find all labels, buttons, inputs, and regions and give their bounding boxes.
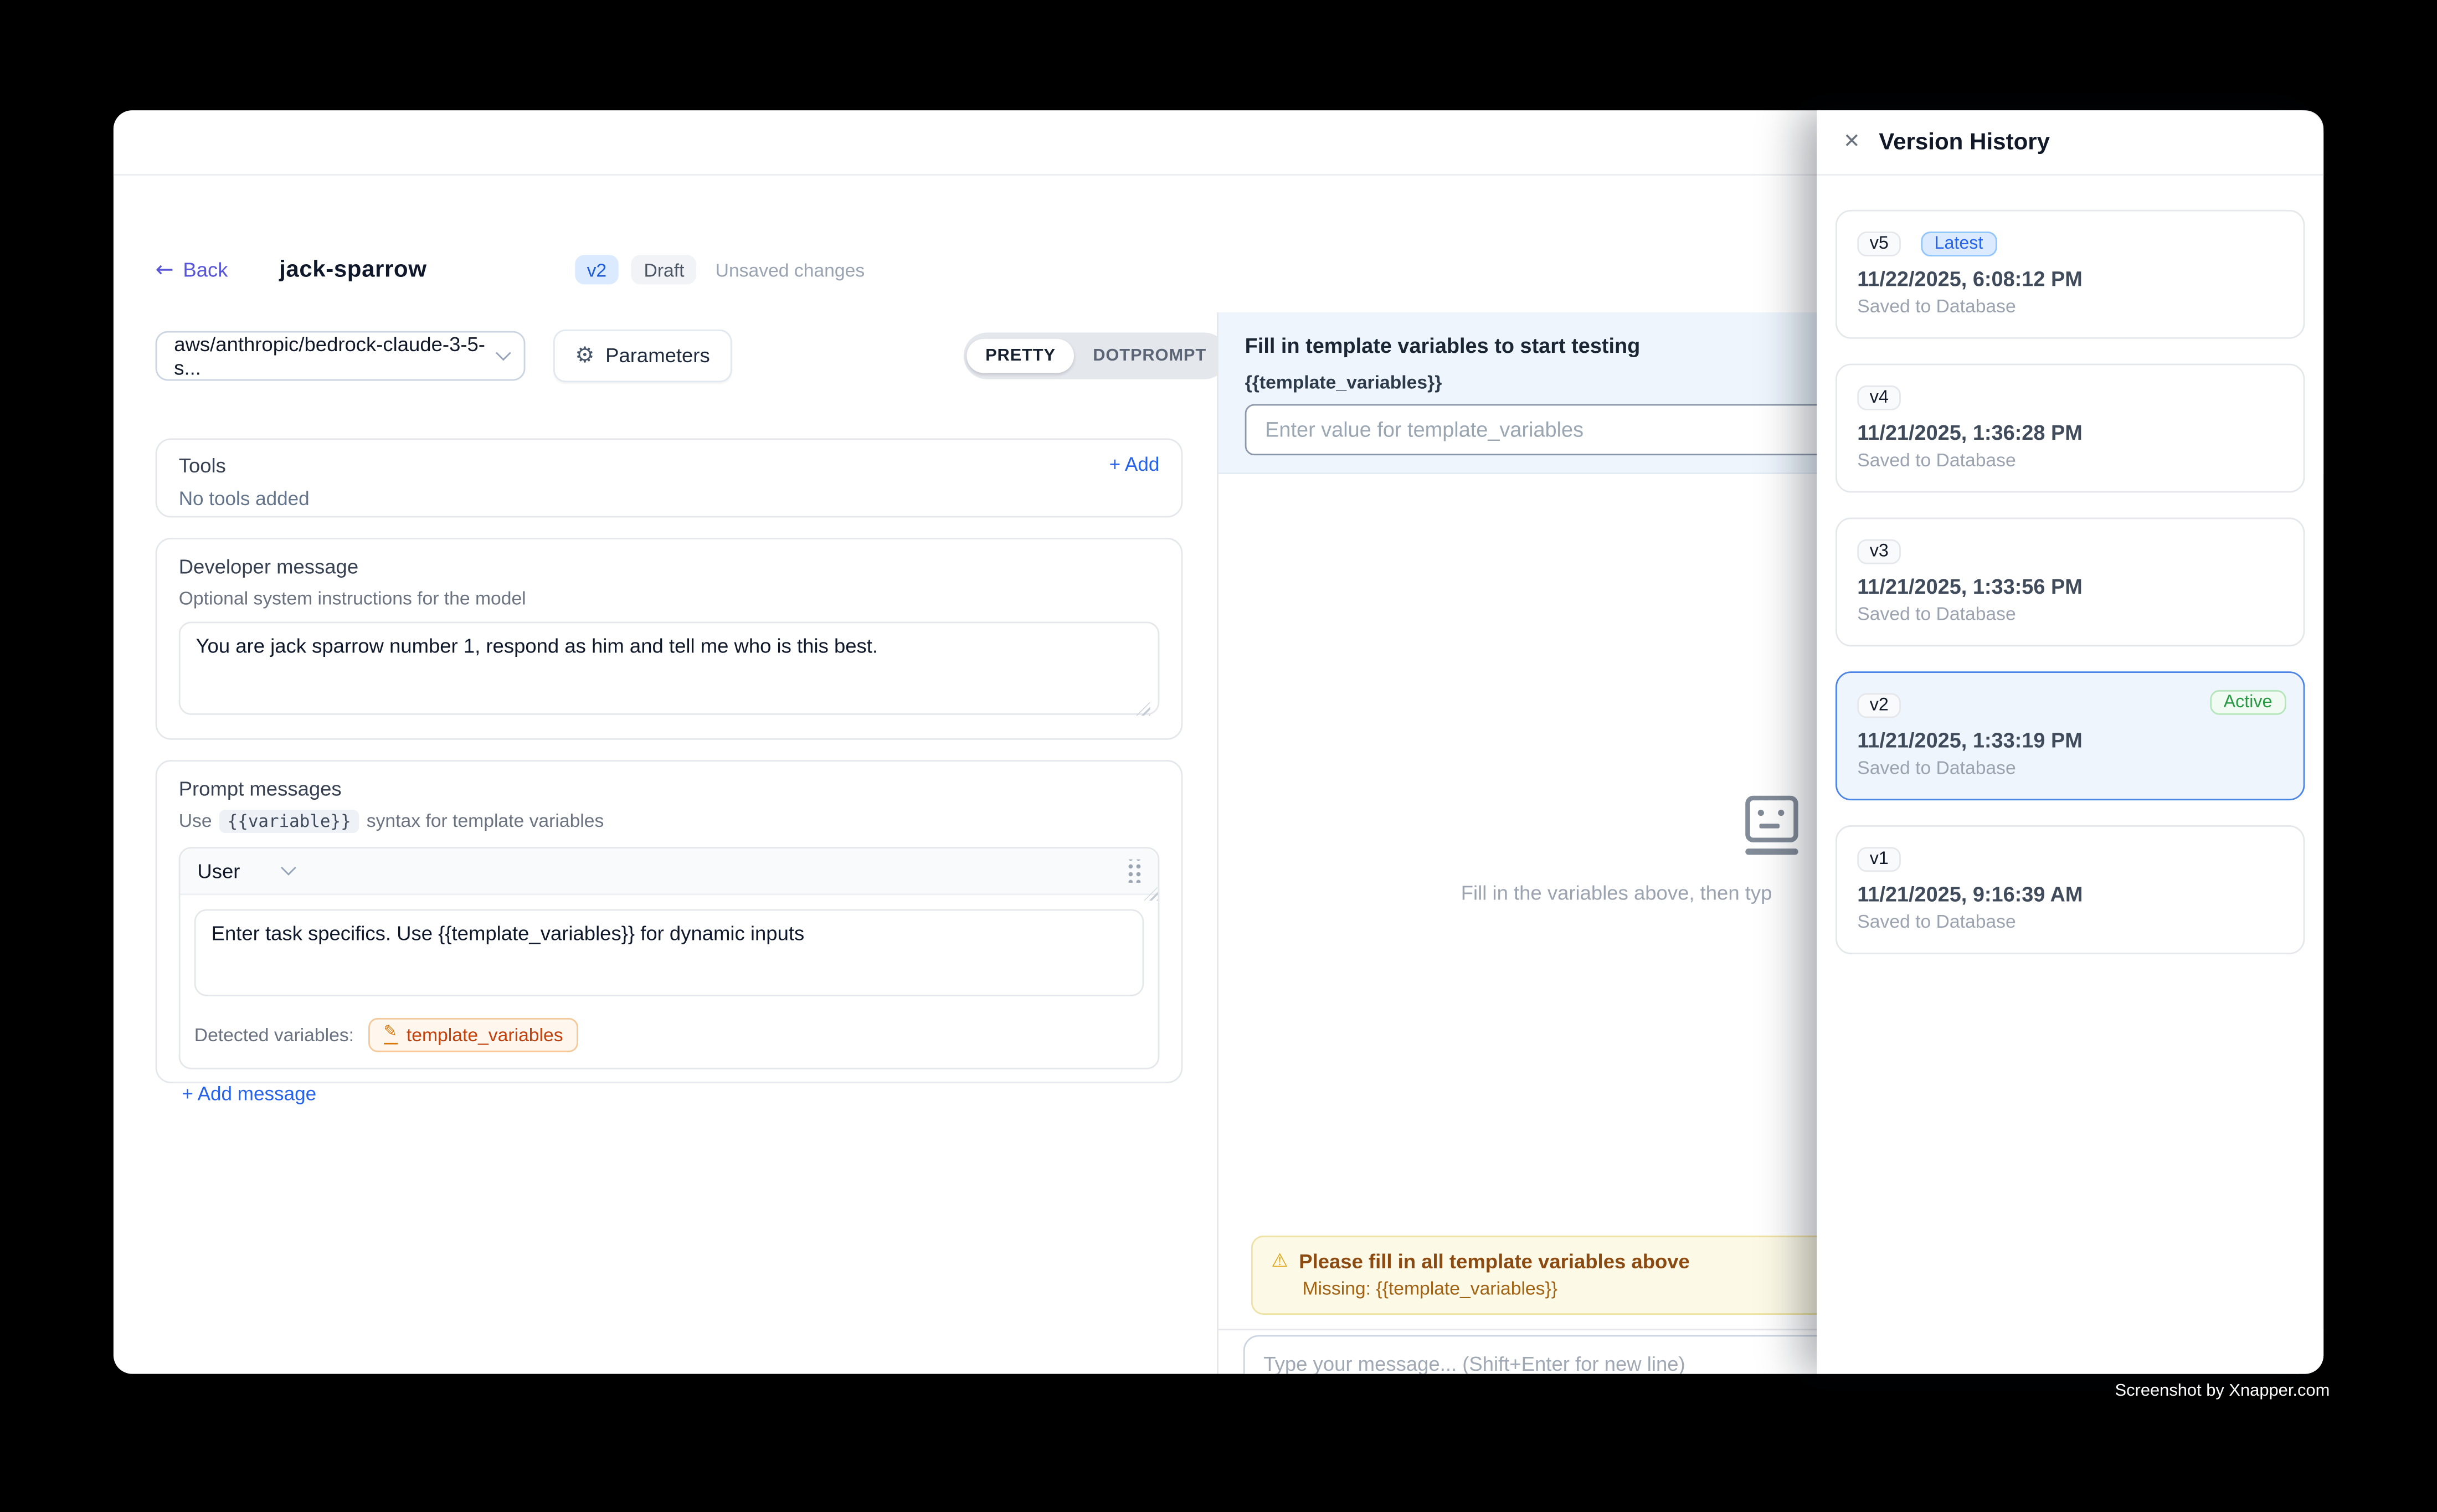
developer-message-input[interactable]: You are jack sparrow number 1, respond a…	[179, 621, 1160, 714]
role-select[interactable]: User	[197, 858, 291, 882]
prompt-messages-card: Prompt messages Use {{variable}} syntax …	[156, 759, 1183, 1083]
draft-badge: Draft	[631, 255, 697, 284]
version-card-v3[interactable]: v3 11/21/2025, 1:33:56 PM Saved to Datab…	[1836, 517, 2305, 646]
hint-prefix: Use	[179, 810, 212, 831]
version-saved-text: Saved to Database	[1857, 910, 2283, 932]
version-card-v4[interactable]: v4 11/21/2025, 1:36:28 PM Saved to Datab…	[1836, 363, 2305, 492]
stage: ← Back jack-sparrow v2 Draft Unsaved cha…	[0, 0, 2437, 1512]
parameters-button[interactable]: ⚙ Parameters	[553, 328, 732, 381]
chevron-down-icon	[496, 346, 511, 361]
detected-variable-name: template_variables	[407, 1024, 563, 1045]
detected-variable-chip[interactable]: ✎ template_variables	[368, 1017, 578, 1052]
view-mode-toggle: PRETTY DOTPROMPT	[964, 332, 1228, 378]
unsaved-changes-text: Unsaved changes	[716, 259, 865, 280]
version-history-panel: ✕ Version History v5 Latest 11/22/2025, …	[1817, 110, 2323, 1374]
add-tool-button[interactable]: + Add	[1109, 454, 1160, 475]
prompt-hint: Use {{variable}} syntax for template var…	[179, 809, 1160, 832]
robot-face-icon-base	[1745, 848, 1798, 854]
version-card-v2-active[interactable]: v2 Active 11/21/2025, 1:33:19 PM Saved t…	[1836, 671, 2305, 800]
model-toolbar: aws/anthropic/bedrock-claude-3-5-s... ⚙ …	[156, 328, 732, 381]
latest-badge: Latest	[1920, 231, 1997, 256]
developer-message-title: Developer message	[179, 554, 1160, 577]
edit-pencil-icon: ✎	[383, 1025, 397, 1044]
back-button[interactable]: ← Back	[156, 257, 228, 282]
tools-empty-text: No tools added	[179, 487, 1160, 509]
model-select-value: aws/anthropic/bedrock-claude-3-5-s...	[174, 332, 496, 378]
version-number-badge: v1	[1857, 846, 1901, 871]
drag-handle-icon[interactable]	[1125, 858, 1141, 882]
version-history-title: Version History	[1879, 128, 2050, 155]
version-saved-text: Saved to Database	[1857, 295, 2283, 316]
version-timestamp: 11/21/2025, 1:36:28 PM	[1857, 420, 2283, 444]
developer-message-card: Developer message Optional system instru…	[156, 537, 1183, 739]
active-badge: Active	[2209, 690, 2286, 714]
gear-icon: ⚙	[575, 343, 594, 368]
version-card-v1[interactable]: v1 11/21/2025, 9:16:39 AM Saved to Datab…	[1836, 825, 2305, 954]
version-card-v5[interactable]: v5 Latest 11/22/2025, 6:08:12 PM Saved t…	[1836, 209, 2305, 338]
version-number-badge: v2	[1857, 692, 1901, 717]
back-arrow-icon: ←	[156, 257, 174, 282]
version-saved-text: Saved to Database	[1857, 449, 2283, 470]
page-header: ← Back jack-sparrow v2 Draft Unsaved cha…	[114, 246, 865, 293]
version-saved-text: Saved to Database	[1857, 756, 2283, 778]
version-timestamp: 11/22/2025, 6:08:12 PM	[1857, 266, 2283, 290]
parameters-label: Parameters	[605, 343, 710, 367]
version-badge: v2	[574, 255, 619, 284]
variable-syntax-chip: {{variable}}	[220, 809, 359, 832]
version-number-badge: v4	[1857, 385, 1901, 410]
version-number-badge: v5	[1857, 231, 1901, 256]
toggle-dotprompt[interactable]: DOTPROMPT	[1074, 338, 1225, 372]
close-icon[interactable]: ✕	[1843, 130, 1860, 153]
back-label: Back	[183, 258, 228, 281]
version-number-badge: v3	[1857, 538, 1901, 563]
model-select[interactable]: aws/anthropic/bedrock-claude-3-5-s...	[156, 330, 526, 380]
version-timestamp: 11/21/2025, 9:16:39 AM	[1857, 882, 2283, 905]
version-saved-text: Saved to Database	[1857, 602, 2283, 624]
tools-title: Tools	[179, 453, 226, 476]
chevron-down-icon	[281, 860, 297, 875]
user-message-input[interactable]: Enter task specifics. Use {{template_var…	[194, 908, 1144, 995]
prompt-messages-title: Prompt messages	[179, 776, 1160, 800]
version-history-header: ✕ Version History	[1817, 110, 2323, 175]
message-role-header: User	[181, 848, 1158, 894]
page-title: jack-sparrow	[279, 256, 426, 283]
robot-face-icon	[1745, 795, 1798, 841]
chat-empty-state-text: Fill in the variables above, then typ	[1461, 881, 1772, 904]
warning-icon: ⚠	[1271, 1249, 1288, 1271]
add-message-button[interactable]: + Add message	[182, 1082, 316, 1104]
user-message-block: User Enter task specifics. Use {{templat…	[179, 846, 1160, 1068]
developer-message-subtitle: Optional system instructions for the mod…	[179, 587, 1160, 608]
toggle-pretty[interactable]: PRETTY	[966, 338, 1074, 372]
warning-title: Please fill in all template variables ab…	[1299, 1249, 1690, 1272]
detected-variables-label: Detected variables:	[194, 1024, 354, 1045]
version-timestamp: 11/21/2025, 1:33:56 PM	[1857, 574, 2283, 598]
role-select-value: User	[197, 858, 240, 882]
hint-suffix: syntax for template variables	[367, 810, 604, 831]
detected-variables-row: Detected variables: ✎ template_variables	[181, 1010, 1158, 1067]
version-timestamp: 11/21/2025, 1:33:19 PM	[1857, 728, 2283, 752]
tools-card: Tools + Add No tools added	[156, 438, 1183, 517]
screenshot-watermark: Screenshot by Xnapper.com	[2115, 1382, 2330, 1401]
